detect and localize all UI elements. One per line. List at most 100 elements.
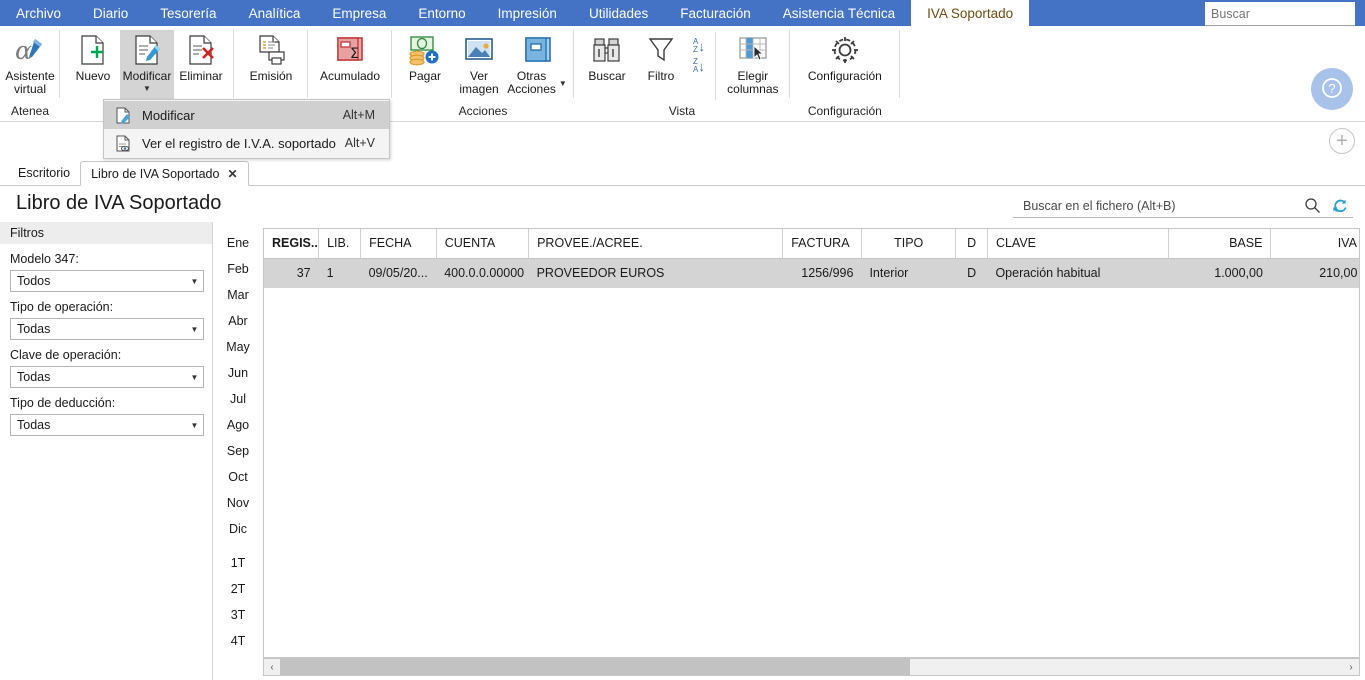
ribbon-group-label-acciones: Acciones: [458, 104, 508, 118]
ribbon-group-vista: Buscar Filtro A Z ↓ Z A ↓ Elegir columna…: [574, 26, 790, 122]
menu-item-entorno[interactable]: Entorno: [402, 0, 481, 26]
svg-text:?: ?: [1328, 81, 1335, 96]
nuevo-button[interactable]: Nuevo: [66, 30, 120, 85]
records-grid[interactable]: REGIS... LIB. FECHA CUENTA PROVEE./ACREE. FAC…: [263, 228, 1360, 658]
chevron-down-icon[interactable]: ▼: [186, 271, 203, 291]
dropdown-item-ver-el-registro-de-i-v-a-sop[interactable]: Ver el registro de I.V.A. soportado Alt+V: [104, 129, 389, 157]
ver-imagen-button[interactable]: Ver imagen: [452, 30, 506, 98]
month-item-feb[interactable]: Feb: [216, 256, 260, 282]
chevron-down-icon[interactable]: ▼: [186, 415, 203, 435]
asistente-virtual-button[interactable]: α Asistente virtual: [3, 30, 57, 98]
scroll-right-button[interactable]: ›: [1343, 659, 1359, 675]
horizontal-scrollbar[interactable]: ‹ ›: [263, 658, 1360, 676]
filtro-label: Filtro: [647, 69, 675, 83]
help-button[interactable]: ?: [1311, 68, 1353, 110]
gear-icon: [829, 33, 861, 67]
configuracion-button[interactable]: Configuración: [796, 30, 894, 85]
buscar-label: Buscar: [588, 69, 626, 83]
column-header-factura[interactable]: FACTURA: [782, 229, 862, 259]
chevron-down-icon[interactable]: ▼: [143, 85, 151, 93]
table-cell: 1256/996: [801, 266, 854, 281]
scrollbar-track[interactable]: [280, 659, 1343, 675]
tab-libro-de-iva-soportado[interactable]: Libro de IVA Soportado ✕: [80, 161, 249, 186]
month-item-1t[interactable]: 1T: [216, 550, 260, 576]
menu-item-anal-tica[interactable]: Analítica: [233, 0, 317, 26]
table-header-row: REGIS... LIB. FECHA CUENTA PROVEE./ACREE. FAC…: [264, 229, 1359, 259]
sort-za-icon[interactable]: Z A ↓: [690, 56, 707, 76]
month-item-ago[interactable]: Ago: [216, 412, 260, 438]
chevron-down-icon[interactable]: ▼: [186, 367, 203, 387]
buscar-button[interactable]: Buscar: [580, 30, 634, 85]
month-item-oct[interactable]: Oct: [216, 464, 260, 490]
filter-select-1[interactable]: Todas ▼: [10, 318, 204, 340]
menu-item-archivo[interactable]: Archivo: [0, 0, 77, 26]
month-item-abr[interactable]: Abr: [216, 308, 260, 334]
ribbon-inner-divider: [714, 32, 716, 100]
filtro-button[interactable]: Filtro: [634, 30, 688, 85]
filter-select-value: Todas: [17, 322, 51, 336]
filter-select-3[interactable]: Todas ▼: [10, 414, 204, 436]
close-icon[interactable]: ✕: [227, 167, 237, 181]
menu-item-utilidades[interactable]: Utilidades: [573, 0, 664, 26]
month-item-may[interactable]: May: [216, 334, 260, 360]
ribbon-group-label-configuracion: Configuración: [807, 104, 882, 118]
column-header-d[interactable]: D: [955, 229, 988, 259]
menu-spacer: [1029, 0, 1205, 26]
table-cell: PROVEEDOR EUROS: [536, 266, 665, 281]
column-header-fecha[interactable]: FECHA: [360, 229, 437, 259]
file-search-input[interactable]: [1013, 197, 1299, 214]
sort-az-icon[interactable]: A Z ↓: [690, 36, 707, 56]
scrollbar-thumb[interactable]: [280, 659, 910, 675]
month-item-ene[interactable]: Ene: [216, 230, 260, 256]
pagar-label: Pagar: [408, 69, 442, 83]
dropdown-item-modificar[interactable]: Modificar Alt+M: [104, 101, 389, 129]
columns-icon: [736, 33, 770, 67]
column-header-iva[interactable]: IVA: [1270, 229, 1359, 259]
tab-escritorio[interactable]: Escritorio: [8, 160, 80, 185]
month-item-sep[interactable]: Sep: [216, 438, 260, 464]
column-header-lib-[interactable]: LIB.: [318, 229, 362, 259]
magnifier-icon[interactable]: [1299, 197, 1326, 214]
month-item-3t[interactable]: 3T: [216, 602, 260, 628]
otras-acciones-button[interactable]: Otras Acciones ▼: [506, 30, 568, 98]
menu-item-diario[interactable]: Diario: [77, 0, 144, 26]
global-search-input[interactable]: [1205, 2, 1355, 26]
menu-item-tesorer-a[interactable]: Tesorería: [144, 0, 232, 26]
column-header-provee-acree-[interactable]: PROVEE./ACREE.: [528, 229, 784, 259]
month-item-dic[interactable]: Dic: [216, 516, 260, 542]
acumulado-button[interactable]: Σ Acumulado: [314, 30, 386, 85]
pagar-button[interactable]: Pagar: [398, 30, 452, 85]
elegir-columnas-button[interactable]: Elegir columnas: [722, 30, 784, 98]
column-header-tipo[interactable]: TIPO: [861, 229, 957, 259]
month-item-2t[interactable]: 2T: [216, 576, 260, 602]
menu-item-empresa[interactable]: Empresa: [316, 0, 402, 26]
month-item-4t[interactable]: 4T: [216, 628, 260, 654]
document-tab-strip: Escritorio Libro de IVA Soportado ✕: [0, 160, 1365, 186]
chevron-down-icon[interactable]: ▼: [186, 319, 203, 339]
refresh-icon[interactable]: [1326, 197, 1353, 214]
menu-item-facturaci-n[interactable]: Facturación: [664, 0, 767, 26]
configuracion-label: Configuración: [807, 69, 882, 83]
table-row[interactable]: 37 1 09/05/20... 400.0.0.00000 PROVEEDOR EUR…: [264, 258, 1359, 288]
chevron-down-icon[interactable]: ▼: [559, 80, 567, 88]
month-item-nov[interactable]: Nov: [216, 490, 260, 516]
column-header-cuenta[interactable]: CUENTA: [436, 229, 530, 259]
main-menu-bar: Archivo Diario Tesorería Analítica Empresa En…: [0, 0, 1365, 26]
month-item-jul[interactable]: Jul: [216, 386, 260, 412]
column-header-regis-[interactable]: REGIS...: [264, 229, 320, 259]
scroll-left-button[interactable]: ‹: [264, 659, 280, 675]
menu-item-impresi-n[interactable]: Impresión: [482, 0, 573, 26]
column-header-base[interactable]: BASE: [1168, 229, 1272, 259]
menu-item-iva-soportado[interactable]: IVA Soportado: [911, 0, 1030, 26]
filter-select-2[interactable]: Todas ▼: [10, 366, 204, 388]
month-item-mar[interactable]: Mar: [216, 282, 260, 308]
eliminar-button[interactable]: Eliminar: [174, 30, 228, 85]
filter-select-0[interactable]: Todos ▼: [10, 270, 204, 292]
elegir-columnas-label: Elegir columnas: [727, 69, 779, 96]
add-button[interactable]: +: [1329, 128, 1355, 154]
ribbon-group-label-atenea: Atenea: [10, 104, 50, 118]
emision-button[interactable]: Emisión: [240, 30, 302, 85]
menu-item-asistencia-t-cnica[interactable]: Asistencia Técnica: [767, 0, 911, 26]
column-header-clave[interactable]: CLAVE: [987, 229, 1169, 259]
month-item-jun[interactable]: Jun: [216, 360, 260, 386]
